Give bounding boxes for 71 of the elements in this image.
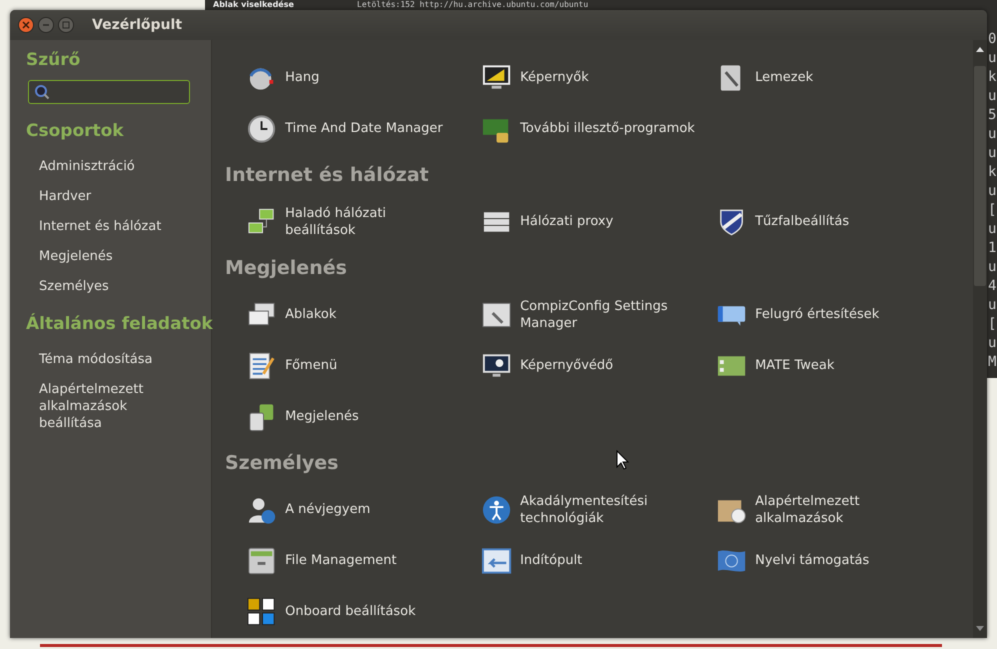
applet-launcher[interactable]: Képernyővédő <box>460 340 695 391</box>
clock-icon <box>246 112 278 144</box>
task-link[interactable]: Téma módosítása <box>39 351 189 368</box>
terminal-text: u <box>988 296 996 315</box>
applet-launcher[interactable]: Hálózati proxy <box>460 196 695 247</box>
terminal-text: [ <box>988 201 996 220</box>
sidebar-heading: Általános feladatok <box>26 314 211 334</box>
terminal-text: 4 <box>988 277 996 296</box>
applet-launcher[interactable]: Felugró értesítések <box>695 289 930 340</box>
section-heading: Megjelenés <box>225 256 347 281</box>
terminal-text: 5 <box>988 106 996 125</box>
terminal-text: u <box>988 87 996 106</box>
group-link[interactable]: Internet és hálózat <box>39 218 189 235</box>
minimize-button[interactable] <box>38 17 54 33</box>
terminal-text: [ <box>988 315 996 334</box>
applet-launcher[interactable]: Indítópult <box>460 535 695 586</box>
group-link[interactable]: Adminisztráció <box>39 158 189 175</box>
sidebar-heading: Csoportok <box>26 121 125 141</box>
close-button[interactable] <box>18 17 34 33</box>
applet-launcher[interactable]: Hang <box>225 52 460 103</box>
terminal-text: u <box>988 182 996 201</box>
applet-launcher[interactable]: Tűzfalbeállítás <box>695 196 930 247</box>
terminal-text: u <box>988 49 996 68</box>
applet-launcher[interactable]: Megjelenés <box>225 391 460 442</box>
terminal-text: M <box>988 353 996 372</box>
background-window-title: Ablak viselkedése <box>213 0 294 9</box>
terminal-text: u <box>988 144 996 163</box>
applet-launcher[interactable]: Főmenü <box>225 340 460 391</box>
applet-launcher[interactable]: File Management <box>225 535 460 586</box>
search-field[interactable] <box>28 80 190 104</box>
keyboard-keys-icon <box>246 596 278 628</box>
terminal-text: u <box>988 334 996 353</box>
close-icon <box>22 21 30 29</box>
maximize-icon <box>62 21 70 29</box>
section-heading: Személyes <box>225 451 338 476</box>
applet-launcher[interactable]: MATE Tweak <box>695 340 930 391</box>
group-link[interactable]: Megjelenés <box>39 248 189 265</box>
applet-launcher[interactable]: Ablakok <box>225 289 460 340</box>
applet-launcher[interactable]: Lemezek <box>695 52 930 103</box>
sidebar-heading: Szűrő <box>26 50 82 70</box>
group-link[interactable]: Hardver <box>39 188 189 205</box>
group-link[interactable]: Személyes <box>39 278 189 295</box>
scroll-up-icon[interactable] <box>976 46 984 52</box>
applet-launcher[interactable]: Time And Date Manager <box>225 103 460 154</box>
terminal-text: k <box>988 163 996 182</box>
applet-launcher[interactable]: A névjegyem <box>225 484 460 535</box>
terminal-text: 1 <box>988 239 996 258</box>
applet-launcher[interactable]: Onboard beállítások <box>225 586 460 637</box>
applet-launcher[interactable]: Alapértelmezett alkalmazások <box>695 484 930 535</box>
terminal-text: 0 <box>988 30 996 49</box>
accessibility-icon <box>481 494 512 526</box>
terminal-text: k <box>988 68 996 87</box>
mouse-cursor-icon <box>616 450 630 470</box>
applet-launcher[interactable]: Akadálymentesítési technológiák <box>460 484 695 535</box>
terminal-text: u <box>988 220 996 239</box>
terminal-text: u <box>988 258 996 277</box>
task-link[interactable]: Alapértelmezett alkalmazások beállítása <box>39 381 189 432</box>
scroll-down-icon[interactable] <box>976 626 984 632</box>
search-icon <box>34 84 50 100</box>
section-heading: Internet és hálózat <box>225 163 429 188</box>
terminal-text: u <box>988 125 996 144</box>
terminal-text: Letöltés:152 http://hu.archive.ubuntu.com/ubuntu <box>357 0 588 9</box>
applet-launcher[interactable]: CompizConfig Settings Manager <box>460 289 695 340</box>
scrollbar-thumb[interactable] <box>974 66 986 286</box>
applet-launcher[interactable]: Haladó hálózati beállítások <box>225 196 460 247</box>
applet-launcher[interactable]: Nyelvi támogatás <box>695 535 930 586</box>
scrollbar[interactable] <box>973 40 987 638</box>
applet-launcher[interactable]: Képernyők <box>460 52 695 103</box>
window-title: Vezérlőpult <box>92 17 182 33</box>
applet-launcher[interactable]: További illesztő-programok <box>460 103 695 154</box>
maximize-button[interactable] <box>58 17 74 33</box>
